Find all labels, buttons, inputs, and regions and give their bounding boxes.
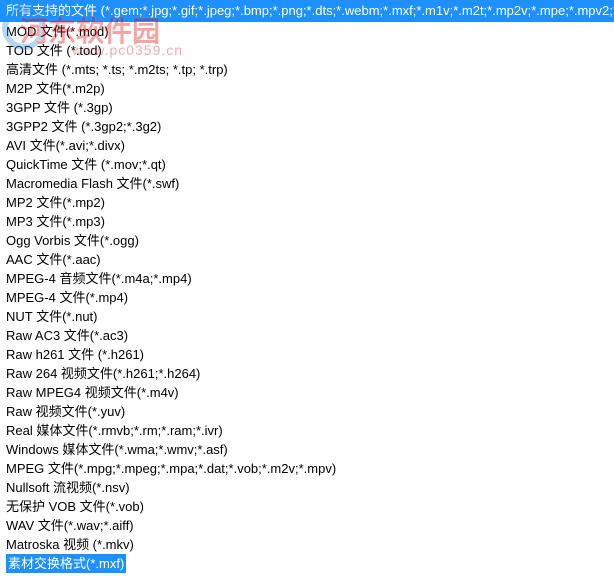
filter-option[interactable]: Real 媒体文件(*.rmvb;*.rm;*.ram;*.ivr) — [6, 421, 608, 440]
filter-option[interactable]: MOD 文件(*.mod) — [6, 22, 608, 41]
filter-option[interactable]: Nullsoft 流视频(*.nsv) — [6, 478, 608, 497]
filter-option[interactable]: Windows 媒体文件(*.wma;*.wmv;*.asf) — [6, 440, 608, 459]
filter-option[interactable]: Raw 264 视频文件(*.h261;*.h264) — [6, 364, 608, 383]
filter-option[interactable]: WAV 文件(*.wav;*.aiff) — [6, 516, 608, 535]
filter-option[interactable]: Raw 视频文件(*.yuv) — [6, 402, 608, 421]
filter-option[interactable]: Ogg Vorbis 文件(*.ogg) — [6, 231, 608, 250]
filter-option[interactable]: M2P 文件(*.m2p) — [6, 79, 608, 98]
filter-option[interactable]: QuickTime 文件 (*.mov;*.qt) — [6, 155, 608, 174]
filter-option[interactable]: MPEG 文件(*.mpg;*.mpeg;*.mpa;*.dat;*.vob;*… — [6, 459, 608, 478]
filter-option[interactable]: AAC 文件(*.aac) — [6, 250, 608, 269]
filter-option[interactable]: 3GPP2 文件 (*.3gp2;*.3g2) — [6, 117, 608, 136]
dropdown-selected-row[interactable]: 所有支持的文件 (*.gem;*.jpg;*.gif;*.jpeg;*.bmp;… — [0, 0, 614, 22]
filter-option[interactable]: Raw h261 文件 (*.h261) — [6, 345, 608, 364]
filter-option[interactable]: Macromedia Flash 文件(*.swf) — [6, 174, 608, 193]
filter-option[interactable]: Matroska 视频 (*.mkv) — [6, 535, 608, 554]
dropdown-selected-text: 所有支持的文件 (*.gem;*.jpg;*.gif;*.jpeg;*.bmp;… — [6, 3, 614, 18]
filter-option[interactable]: MP3 文件(*.mp3) — [6, 212, 608, 231]
filter-option[interactable]: TOD 文件 (*.tod) — [6, 41, 608, 60]
filter-option[interactable]: MPEG-4 音频文件(*.m4a;*.mp4) — [6, 269, 608, 288]
filter-option[interactable]: NUT 文件(*.nut) — [6, 307, 608, 326]
filter-option[interactable]: Raw MPEG4 视频文件(*.m4v) — [6, 383, 608, 402]
filter-option[interactable]: Raw AC3 文件(*.ac3) — [6, 326, 608, 345]
filter-option[interactable]: 无保护 VOB 文件(*.vob) — [6, 497, 608, 516]
file-filter-list: MOD 文件(*.mod)TOD 文件 (*.tod)高清文件 (*.mts; … — [0, 22, 614, 576]
filter-option[interactable]: AVI 文件(*.avi;*.divx) — [6, 136, 608, 155]
filter-option[interactable]: 3GPP 文件 (*.3gp) — [6, 98, 608, 117]
filter-option[interactable]: MPEG-4 文件(*.mp4) — [6, 288, 608, 307]
filter-option[interactable]: 素材交换格式(*.mxf) — [6, 554, 126, 573]
filter-option[interactable]: 高清文件 (*.mts; *.ts; *.m2ts; *.tp; *.trp) — [6, 60, 608, 79]
filter-option[interactable]: MP2 文件(*.mp2) — [6, 193, 608, 212]
